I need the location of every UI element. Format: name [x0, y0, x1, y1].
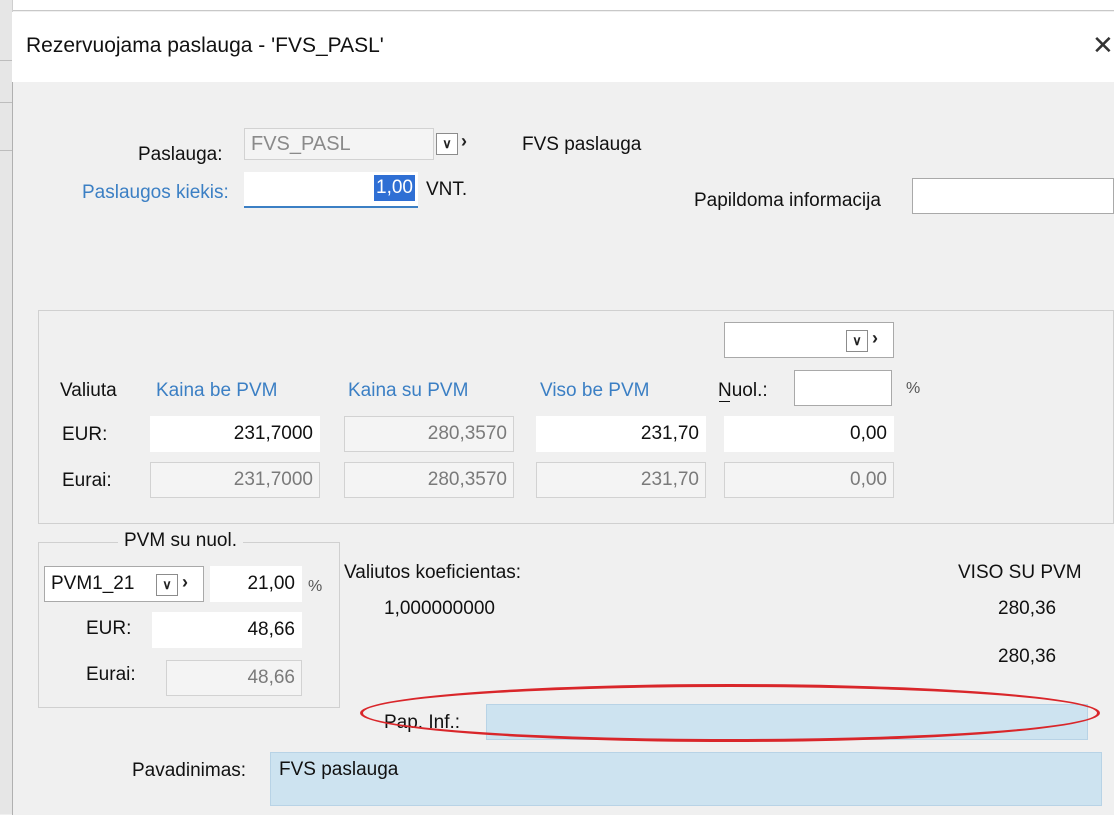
red-annotation-ellipse [360, 684, 1100, 742]
col-valiuta: Valiuta [60, 380, 117, 401]
nuolaida-code-field[interactable] [724, 322, 894, 358]
pvm-open-button[interactable]: › [182, 572, 188, 593]
chevron-down-icon: ∨ [156, 574, 178, 596]
col-viso-be-pvm: Viso be PVM [540, 380, 650, 401]
background-divider [0, 60, 12, 61]
viso-su-pvm-label: VISO SU PVM [958, 562, 1082, 583]
row-eurai-label: Eurai: [62, 470, 112, 491]
nuolaida-open-button[interactable]: › [872, 328, 878, 349]
nuol-mnemonic-underline [719, 401, 730, 402]
nuolaida-dropdown-button[interactable]: ∨ [846, 329, 868, 352]
paslauga-code-field[interactable]: FVS_PASL [244, 128, 434, 160]
paslauga-name: FVS paslauga [522, 134, 642, 155]
eurai-viso-be-field: 231,70 [536, 462, 706, 498]
chevron-down-icon: ∨ [436, 133, 458, 155]
pvm-eurai-label: Eurai: [86, 664, 136, 685]
pvm-rate-input[interactable]: 21,00 [210, 566, 302, 602]
background-window-edge [0, 0, 1114, 11]
pavadinimas-label: Pavadinimas: [132, 760, 247, 781]
nuol-percent-sign: % [906, 380, 921, 397]
paslauga-label: Paslauga: [138, 144, 223, 165]
kiekis-value: 1,00 [374, 175, 415, 201]
row-eur-label: EUR: [62, 424, 108, 445]
pvm-dropdown-button[interactable]: ∨ [156, 573, 178, 596]
close-icon[interactable]: ✕ [1092, 30, 1114, 61]
pvm-eur-label: EUR: [86, 618, 132, 639]
pvm-code-field[interactable]: PVM1_21 [44, 566, 204, 602]
background-divider [0, 150, 12, 151]
eur-kaina-su-field: 280,3570 [344, 416, 514, 452]
viso-su-pvm-eurai: 280,36 [998, 646, 1057, 667]
background-divider [0, 102, 12, 103]
papildoma-label: Papildoma informacija [694, 190, 881, 211]
pvm-group-label: PVM su nuol. [118, 530, 243, 552]
paslauga-open-button[interactable]: › [461, 131, 467, 152]
col-kaina-be-pvm: Kaina be PVM [156, 380, 278, 401]
paslauga-dropdown-button[interactable]: ∨ [436, 132, 458, 155]
eur-kaina-be-input[interactable]: 231,7000 [150, 416, 320, 452]
window-title: Rezervuojama paslauga - 'FVS_PASL' [26, 34, 384, 57]
pavadinimas-textarea[interactable]: FVS paslauga [270, 752, 1102, 806]
col-kaina-su-pvm: Kaina su PVM [348, 380, 469, 401]
nuol-percent-input[interactable] [794, 370, 892, 406]
chevron-down-icon: ∨ [846, 330, 868, 352]
eur-nuol-input[interactable]: 0,00 [724, 416, 894, 452]
kiekis-label: Paslaugos kiekis: [82, 182, 229, 203]
eurai-nuol-field: 0,00 [724, 462, 894, 498]
koeficientas-label: Valiutos koeficientas: [344, 562, 522, 583]
kiekis-unit: VNT. [426, 179, 468, 200]
pvm-eur-input[interactable]: 48,66 [152, 612, 302, 648]
papildoma-input[interactable] [912, 178, 1114, 214]
nuol-label: Nuol.: [718, 380, 768, 401]
eur-viso-be-input[interactable]: 231,70 [536, 416, 706, 452]
eurai-kaina-su-field: 280,3570 [344, 462, 514, 498]
viso-su-pvm-eur: 280,36 [998, 598, 1057, 619]
eurai-kaina-be-field: 231,7000 [150, 462, 320, 498]
koeficientas-value: 1,000000000 [384, 598, 495, 619]
pvm-eurai-field: 48,66 [166, 660, 302, 696]
pvm-percent-sign: % [308, 578, 323, 595]
